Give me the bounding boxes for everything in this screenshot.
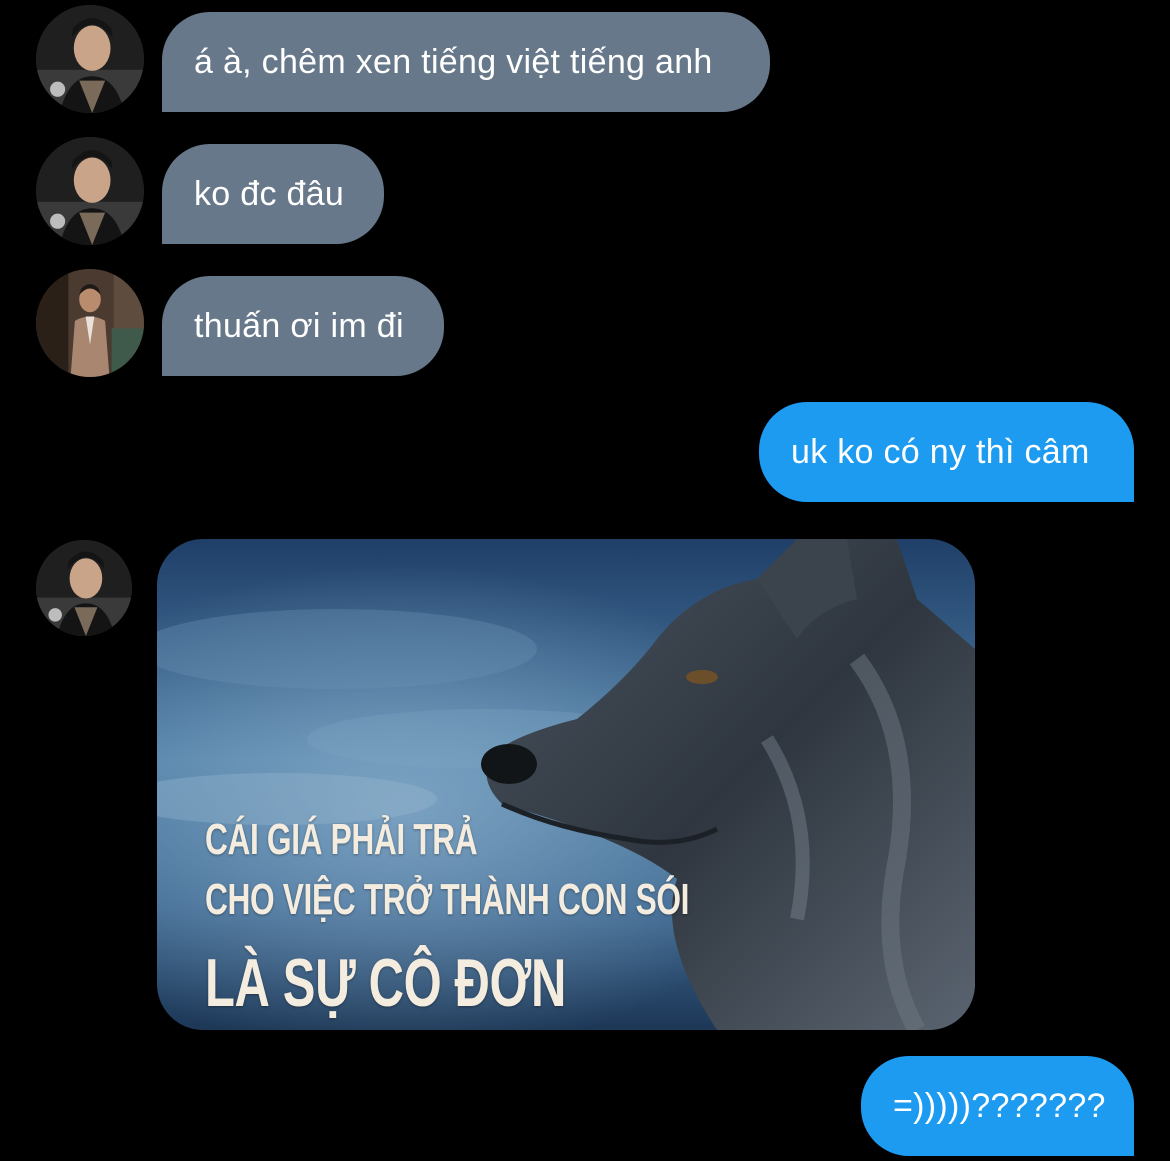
meme-caption-line-1: CÁI GIÁ PHẢI TRẢ — [205, 815, 478, 864]
avatar-photo-icon — [36, 137, 144, 245]
incoming-message[interactable]: á à, chêm xen tiếng việt tiếng anh — [162, 12, 770, 112]
message-text: á à, chêm xen tiếng việt tiếng anh — [194, 42, 713, 81]
avatar-photo-icon — [36, 5, 144, 113]
message-text: ko đc đâu — [194, 174, 345, 213]
outgoing-message[interactable]: uk ko có ny thì câm — [759, 402, 1134, 502]
meme-caption-line-3: LÀ SỰ CÔ ĐƠN — [205, 945, 566, 1021]
avatar-photo-icon — [36, 269, 144, 377]
incoming-message[interactable]: thuấn ơi im đi — [162, 276, 444, 376]
message-text: uk ko có ny thì câm — [791, 432, 1090, 471]
meme-caption-line-2: CHO VIỆC TRỞ THÀNH CON SÓI — [205, 875, 690, 924]
incoming-message[interactable]: ko đc đâu — [162, 144, 384, 244]
sender-avatar[interactable] — [36, 269, 144, 377]
avatar-photo-icon — [36, 540, 132, 636]
image-message[interactable]: CÁI GIÁ PHẢI TRẢ CHO VIỆC TRỞ THÀNH CON … — [157, 539, 975, 1030]
outgoing-message[interactable]: =)))))??????? — [861, 1056, 1134, 1156]
sender-avatar[interactable] — [36, 137, 144, 245]
sender-avatar[interactable] — [36, 540, 132, 636]
sender-avatar[interactable] — [36, 5, 144, 113]
message-text: =)))))??????? — [893, 1086, 1106, 1125]
message-text: thuấn ơi im đi — [194, 306, 404, 345]
